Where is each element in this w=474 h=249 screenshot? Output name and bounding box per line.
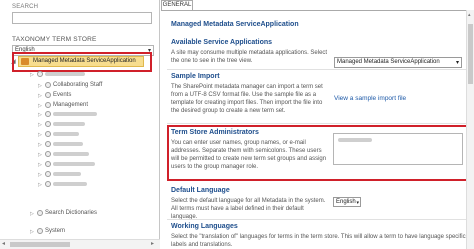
expand-triangle-icon[interactable]: ▷ bbox=[38, 110, 45, 120]
scroll-thumb[interactable] bbox=[10, 242, 70, 247]
expand-triangle-icon[interactable]: ▷ bbox=[38, 140, 45, 150]
tree-item[interactable]: ▷ System bbox=[30, 226, 65, 236]
redacted-label bbox=[53, 172, 81, 177]
section-heading: Sample Import bbox=[171, 73, 220, 80]
section-heading: Default Language bbox=[171, 187, 230, 194]
service-application-value: Managed Metadata ServiceApplication bbox=[337, 59, 440, 65]
section-heading: Working Languages bbox=[171, 223, 238, 230]
page-title: Managed Metadata ServiceApplication bbox=[171, 21, 299, 28]
divider bbox=[167, 219, 467, 220]
tree-item[interactable]: ▷ bbox=[38, 150, 89, 160]
group-icon bbox=[37, 71, 43, 78]
term-set-icon bbox=[45, 131, 51, 138]
tree-item[interactable]: ▷ bbox=[38, 140, 83, 150]
tree-item[interactable]: ▷ Management bbox=[38, 100, 88, 110]
scroll-left-icon[interactable]: ◂ bbox=[2, 240, 5, 247]
term-set-icon bbox=[45, 141, 51, 148]
sample-import-link[interactable]: View a sample import file bbox=[334, 95, 406, 102]
term-set-icon bbox=[45, 92, 51, 98]
term-set-icon bbox=[45, 102, 51, 108]
expand-triangle-icon[interactable]: ▷ bbox=[38, 160, 45, 170]
term-set-icon bbox=[45, 171, 51, 178]
section-description: The SharePoint metadata manager can impo… bbox=[171, 84, 323, 114]
term-set-icon bbox=[45, 161, 51, 168]
expand-triangle-icon[interactable]: ▷ bbox=[38, 150, 45, 160]
section-description: Select the "translation of" languages fo… bbox=[171, 234, 466, 248]
tree-item-label: Search Dictionaries bbox=[45, 210, 98, 216]
section-description: Select the default language for all Meta… bbox=[171, 198, 326, 220]
tree-item-label: Events bbox=[53, 92, 72, 98]
tree-item-label: Collaborating Staff bbox=[53, 82, 103, 88]
service-application-select[interactable]: Managed Metadata ServiceApplication ▾ bbox=[334, 57, 462, 68]
redacted-label bbox=[53, 112, 97, 117]
divider bbox=[167, 123, 467, 124]
scroll-up-icon[interactable]: ▴ bbox=[468, 12, 471, 18]
expand-triangle-icon[interactable]: ▷ bbox=[38, 120, 45, 130]
expand-triangle-icon[interactable]: ▷ bbox=[30, 209, 37, 219]
tree-item-label: System bbox=[45, 228, 66, 234]
expand-triangle-icon[interactable]: ▷ bbox=[30, 227, 37, 237]
tree-item[interactable]: ▷ bbox=[38, 180, 87, 190]
chevron-down-icon: ▾ bbox=[356, 200, 359, 206]
tree-item[interactable]: ▷ Collaborating Staff bbox=[38, 80, 102, 90]
expand-triangle-icon[interactable]: ▷ bbox=[38, 170, 45, 180]
tree-item[interactable]: ▷ bbox=[38, 120, 85, 130]
scroll-thumb[interactable] bbox=[468, 24, 473, 84]
search-label: SEARCH bbox=[12, 4, 39, 10]
scroll-right-icon[interactable]: ▸ bbox=[151, 240, 154, 247]
term-set-icon bbox=[45, 151, 51, 158]
group-icon bbox=[37, 210, 43, 216]
term-set-icon bbox=[45, 121, 51, 128]
tree-item[interactable]: ▷ bbox=[30, 70, 85, 80]
highlight-box-root bbox=[12, 52, 152, 72]
expand-triangle-icon[interactable]: ▷ bbox=[38, 180, 45, 190]
taxonomy-term-store-label: TAXONOMY TERM STORE bbox=[12, 36, 97, 43]
working-languages-section: Working Languages Select the "translatio… bbox=[171, 223, 471, 249]
tree-item-label: Management bbox=[53, 102, 89, 108]
term-set-icon bbox=[45, 82, 51, 88]
redacted-label bbox=[53, 152, 89, 157]
term-set-icon bbox=[45, 181, 51, 188]
default-language-section: Default Language Select the default lang… bbox=[171, 187, 331, 221]
redacted-label bbox=[53, 132, 79, 137]
default-language-select[interactable]: English ▾ bbox=[333, 197, 361, 207]
taxonomy-pane: SEARCH TAXONOMY TERM STORE English ▾ ◢ M… bbox=[0, 0, 160, 249]
sample-import-section: Sample Import The SharePoint metadata ma… bbox=[171, 73, 331, 115]
chevron-down-icon: ▾ bbox=[455, 60, 459, 66]
tree-item[interactable]: ▷ bbox=[38, 110, 97, 120]
redacted-label bbox=[53, 162, 95, 167]
redacted-label bbox=[53, 122, 85, 127]
redacted-label bbox=[53, 142, 83, 147]
horizontal-scrollbar[interactable]: ◂ ▸ bbox=[0, 239, 160, 249]
redacted-label bbox=[45, 72, 85, 77]
expand-triangle-icon[interactable]: ▷ bbox=[30, 70, 37, 80]
term-set-icon bbox=[45, 111, 51, 118]
tree-item[interactable]: ▷ Search Dictionaries bbox=[30, 208, 97, 218]
tree-item[interactable]: ▷ bbox=[38, 170, 81, 180]
tree-item[interactable]: ▷ bbox=[38, 160, 95, 170]
available-service-section: Available Service Applications A site ma… bbox=[171, 39, 331, 65]
tree-item[interactable]: ▷ Events bbox=[38, 90, 71, 100]
highlight-box-administrators bbox=[167, 125, 471, 181]
vertical-scrollbar[interactable]: ▴ bbox=[466, 10, 474, 249]
divider bbox=[167, 69, 467, 70]
group-icon bbox=[37, 228, 43, 234]
section-description: A site may consume multiple metadata app… bbox=[171, 50, 328, 64]
tree-item[interactable]: ▷ bbox=[38, 130, 79, 140]
search-input[interactable] bbox=[12, 12, 152, 24]
expand-triangle-icon[interactable]: ▷ bbox=[38, 130, 45, 140]
section-heading: Available Service Applications bbox=[171, 39, 273, 46]
properties-pane: Managed Metadata ServiceApplication Avai… bbox=[161, 10, 474, 249]
redacted-label bbox=[53, 182, 87, 187]
tab-general[interactable]: GENERAL bbox=[161, 0, 193, 10]
default-language-value: English bbox=[336, 199, 356, 205]
